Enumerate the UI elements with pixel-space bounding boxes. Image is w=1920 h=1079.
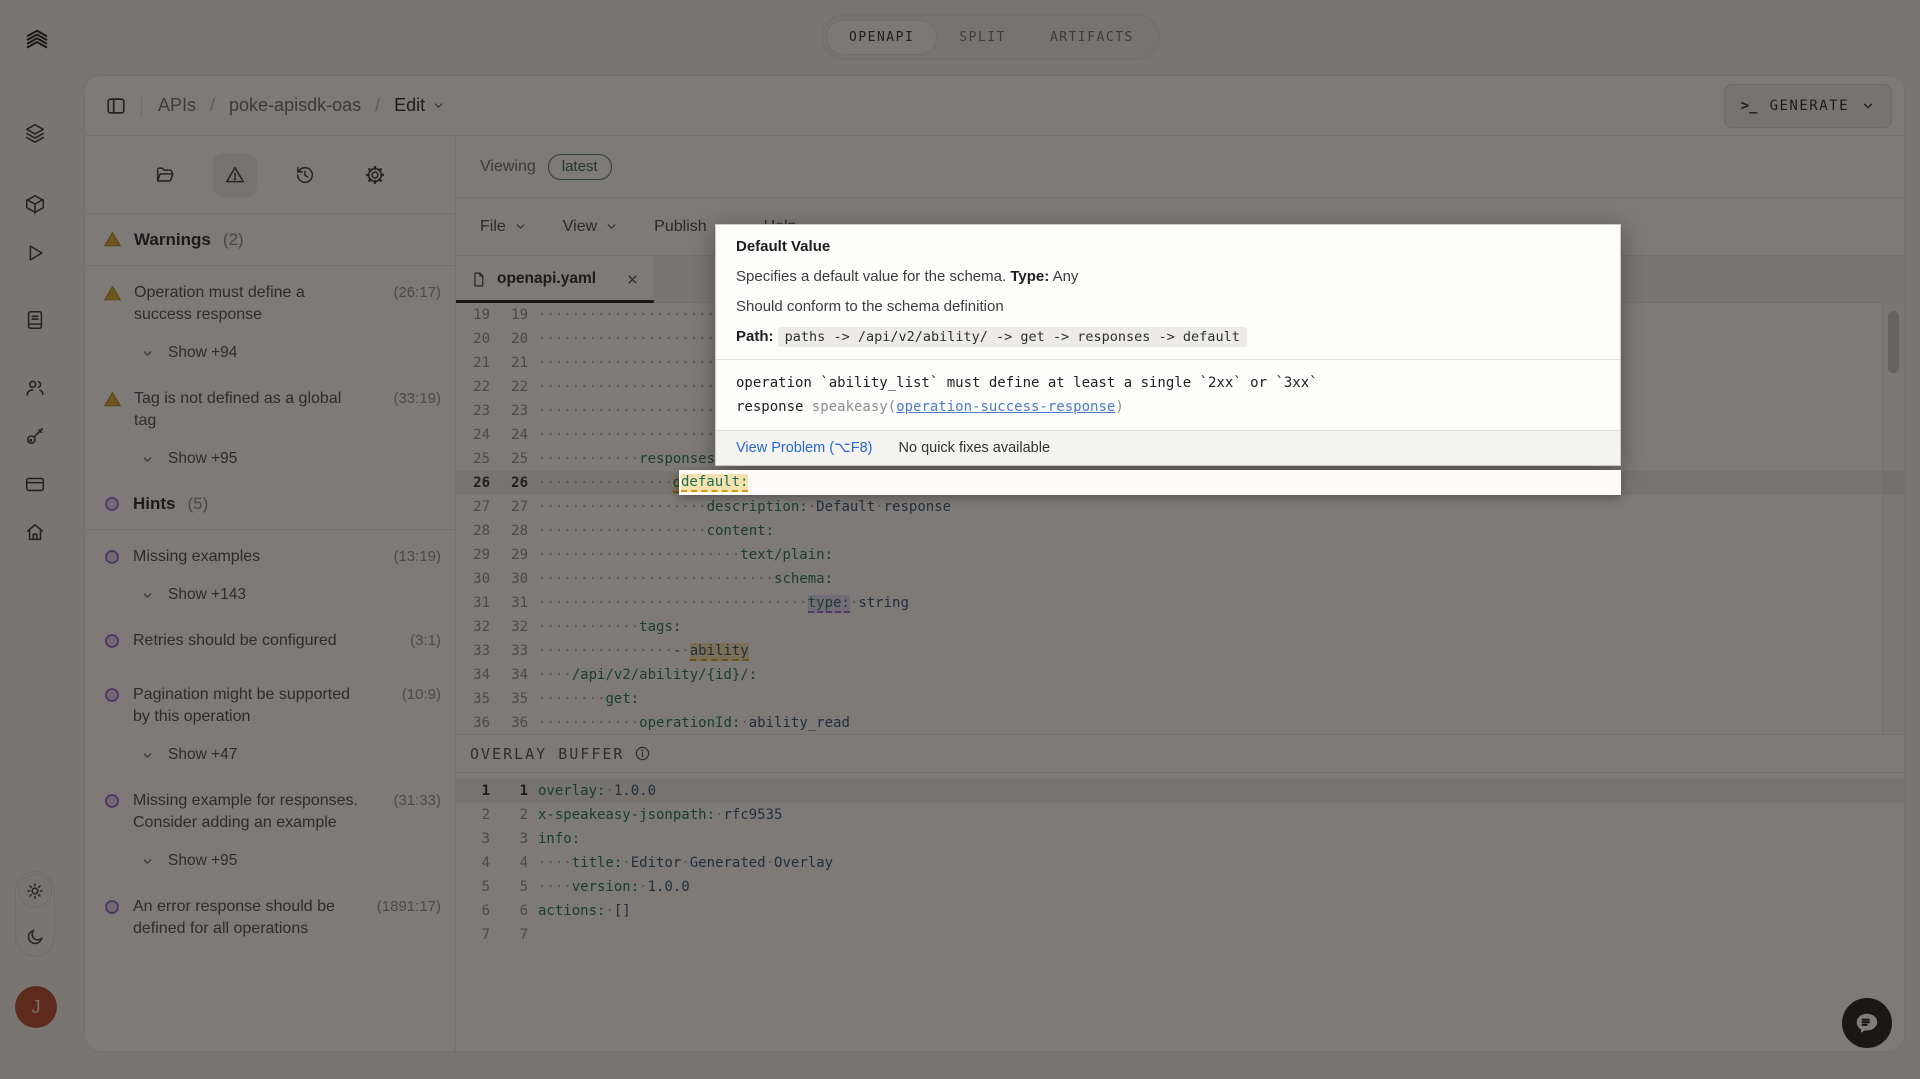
tooltip-error-section: operation `ability_list` must define at …	[716, 360, 1620, 431]
no-quick-fixes-label: No quick fixes available	[899, 440, 1051, 456]
highlighted-line-strip[interactable]: default:	[679, 470, 1621, 495]
tooltip-actions-section: View Problem (⌥F8) No quick fixes availa…	[716, 431, 1620, 465]
type-label: Type:	[1010, 268, 1049, 285]
tooltip-title: Default Value	[736, 238, 1600, 255]
view-problem-link[interactable]: View Problem (⌥F8)	[736, 440, 873, 456]
tooltip-doc-section: Default Value Specifies a default value …	[716, 225, 1620, 360]
error-line-2: response speakeasy(operation-success-res…	[736, 395, 1600, 419]
default-token: default:	[681, 474, 748, 492]
rule-link[interactable]: operation-success-response	[896, 399, 1115, 415]
path-chip: paths -> /api/v2/ability/ -> get -> resp…	[778, 327, 1247, 347]
tooltip-conform-line: Should conform to the schema definition	[736, 298, 1600, 315]
tooltip-description: Specifies a default value for the schema…	[736, 268, 1600, 285]
hover-tooltip: Default Value Specifies a default value …	[715, 224, 1621, 466]
path-label: Path:	[736, 328, 774, 345]
dim-overlay	[0, 0, 1920, 1079]
error-line-1: operation `ability_list` must define at …	[736, 371, 1600, 395]
tooltip-path-line: Path: paths -> /api/v2/ability/ -> get -…	[736, 328, 1600, 345]
